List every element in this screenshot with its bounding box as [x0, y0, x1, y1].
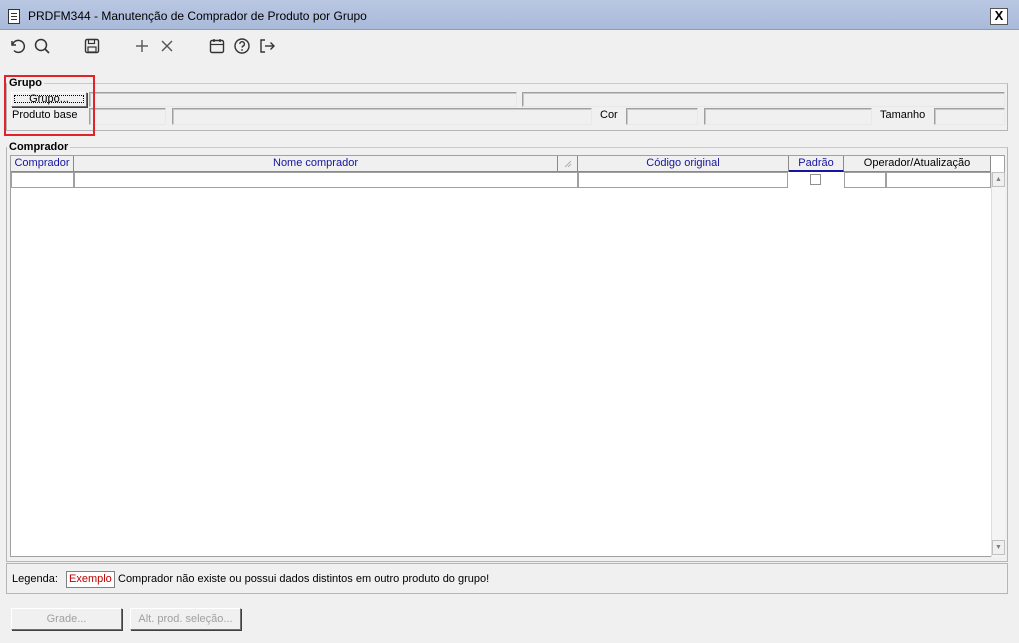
window-title: PRDFM344 - Manutenção de Comprador de Pr…: [28, 9, 367, 23]
padrao-checkbox[interactable]: [810, 174, 821, 185]
column-header-padrao[interactable]: Padrão: [789, 156, 844, 172]
scroll-up-icon[interactable]: ▲: [992, 172, 1005, 187]
produto-base-code-field[interactable]: [89, 108, 166, 125]
legenda-label: Legenda:: [12, 573, 58, 585]
scroll-down-icon[interactable]: ▼: [992, 540, 1005, 555]
search-icon[interactable]: [33, 37, 51, 55]
add-icon[interactable]: [133, 37, 151, 55]
toolbar: [0, 31, 1019, 61]
cor-code-field[interactable]: [626, 108, 698, 125]
sort-icon[interactable]: [558, 156, 578, 172]
calendar-icon[interactable]: [208, 37, 226, 55]
column-header-nome-comprador[interactable]: Nome comprador: [74, 156, 558, 172]
vertical-scrollbar[interactable]: ▲ ▼: [991, 172, 1005, 557]
produto-base-description-field[interactable]: [172, 108, 592, 125]
tamanho-field[interactable]: [934, 108, 1005, 125]
alt-prod-selecao-button[interactable]: Alt. prod. seleção...: [130, 608, 241, 630]
cell-codigo-original[interactable]: [578, 172, 788, 188]
legenda-example: Exemplo: [66, 571, 115, 588]
exit-icon[interactable]: [258, 37, 276, 55]
document-icon: [8, 9, 20, 24]
legenda-description: Comprador não existe ou possui dados dis…: [118, 573, 490, 585]
focus-highlight: [4, 75, 95, 136]
cor-description-field[interactable]: [704, 108, 872, 125]
column-header-codigo-original[interactable]: Código original: [578, 156, 789, 172]
undo-icon[interactable]: [8, 37, 26, 55]
column-header-operador[interactable]: Operador/Atualização: [844, 156, 991, 172]
comprador-grid[interactable]: [10, 155, 1005, 557]
save-icon[interactable]: [83, 37, 101, 55]
grupo-code-field[interactable]: [89, 92, 517, 107]
help-icon[interactable]: [233, 37, 251, 55]
delete-icon[interactable]: [158, 37, 176, 55]
cell-comprador[interactable]: [11, 172, 74, 188]
grupo-description-field[interactable]: [522, 92, 1005, 107]
grade-button[interactable]: Grade...: [11, 608, 122, 630]
cor-label: Cor: [600, 109, 618, 121]
cell-nome-comprador[interactable]: [74, 172, 578, 188]
tamanho-label: Tamanho: [880, 109, 926, 121]
comprador-legend: Comprador: [7, 141, 71, 153]
column-header-comprador[interactable]: Comprador: [11, 156, 74, 172]
cell-operador[interactable]: [844, 172, 886, 188]
cell-atualizacao[interactable]: [886, 172, 991, 188]
close-button[interactable]: X: [990, 8, 1008, 25]
